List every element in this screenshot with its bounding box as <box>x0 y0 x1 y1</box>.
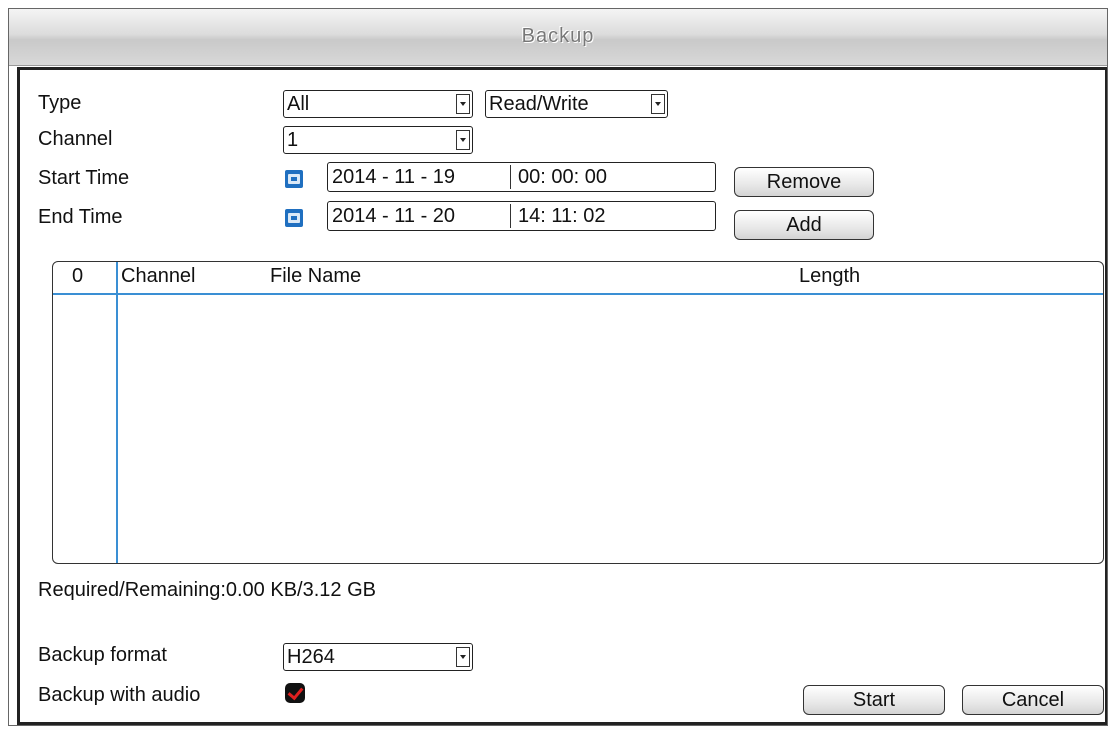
type-select[interactable]: All <box>283 90 473 118</box>
column-header-channel: Channel <box>121 265 196 287</box>
column-header-length: Length <box>799 265 861 287</box>
cancel-button[interactable]: Cancel <box>962 685 1104 715</box>
backup-format-label: Backup format <box>38 644 167 666</box>
calendar-icon[interactable] <box>285 209 303 227</box>
backup-panel: Type All Read/Write Channel 1 Start Time… <box>17 67 1107 725</box>
chevron-down-icon[interactable] <box>456 94 470 114</box>
start-date-value[interactable]: 2014 - 11 - 19 <box>332 163 455 191</box>
type-select-value: All <box>287 93 310 115</box>
end-time-field[interactable]: 2014 - 11 - 20 14: 11: 02 <box>327 201 716 231</box>
column-header-index: 0 <box>72 265 84 287</box>
chevron-down-icon[interactable] <box>456 130 470 150</box>
end-date-value[interactable]: 2014 - 11 - 20 <box>332 202 455 230</box>
end-time-label: End Time <box>38 206 123 228</box>
start-time-value[interactable]: 00: 00: 00 <box>518 163 607 191</box>
channel-select-value: 1 <box>287 129 299 151</box>
mode-select-value: Read/Write <box>489 93 589 115</box>
start-button[interactable]: Start <box>803 685 945 715</box>
end-time-value[interactable]: 14: 11: 02 <box>518 202 605 230</box>
start-time-label: Start Time <box>38 167 130 189</box>
backup-format-value: H264 <box>287 646 335 668</box>
file-list[interactable]: 0 Channel File Name Length <box>52 261 1104 564</box>
type-label: Type <box>38 92 82 114</box>
start-time-field[interactable]: 2014 - 11 - 19 00: 00: 00 <box>327 162 716 192</box>
field-divider <box>510 204 511 228</box>
mode-select[interactable]: Read/Write <box>485 90 668 118</box>
title-bar: Backup <box>9 9 1107 66</box>
header-divider <box>53 293 1103 295</box>
remove-button[interactable]: Remove <box>734 167 874 197</box>
required-remaining-text: Required/Remaining:0.00 KB/3.12 GB <box>38 579 376 601</box>
channel-label: Channel <box>38 128 113 150</box>
calendar-icon[interactable] <box>285 170 303 188</box>
backup-format-select[interactable]: H264 <box>283 643 473 671</box>
column-divider <box>116 262 118 563</box>
field-divider <box>510 165 511 189</box>
window-title: Backup <box>521 25 595 47</box>
add-button[interactable]: Add <box>734 210 874 240</box>
column-header-file-name: File Name <box>270 265 362 287</box>
backup-audio-checkbox[interactable] <box>285 683 305 703</box>
chevron-down-icon[interactable] <box>651 94 665 114</box>
chevron-down-icon[interactable] <box>456 647 470 667</box>
backup-window: Backup Type All Read/Write Channel 1 Sta… <box>8 8 1108 726</box>
channel-select[interactable]: 1 <box>283 126 473 154</box>
backup-audio-label: Backup with audio <box>38 684 201 706</box>
